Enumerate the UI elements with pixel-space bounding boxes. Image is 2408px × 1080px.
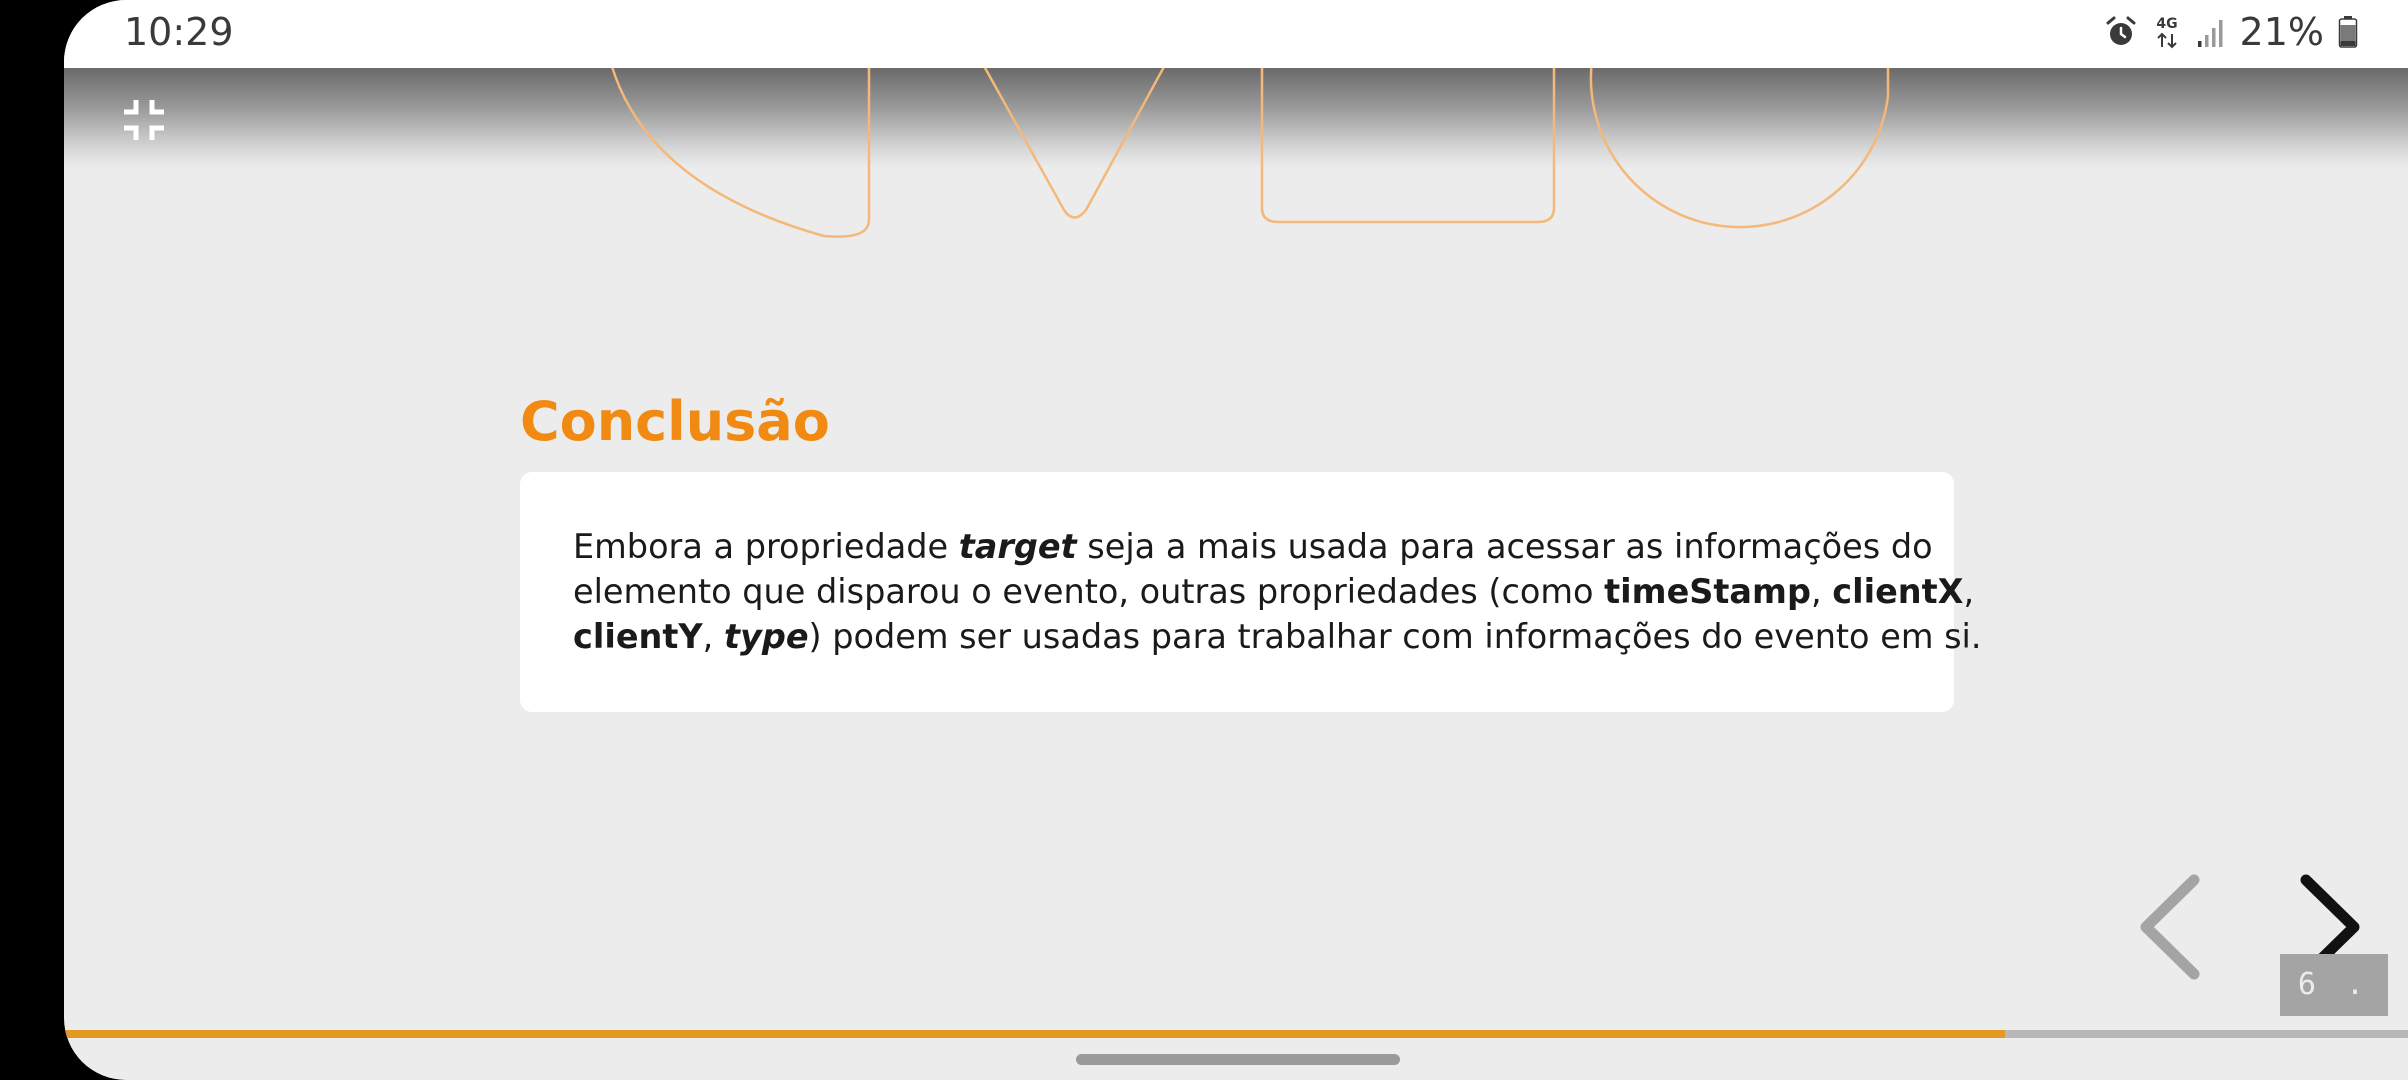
status-time: 10:29 [124, 10, 234, 54]
paragraph-segment: ) podem ser usadas para trabalhar com in… [808, 617, 1982, 656]
paragraph-segment: clientY [573, 617, 703, 656]
battery-icon [2338, 16, 2358, 48]
progress-bar-fill [64, 1030, 2005, 1038]
top-shade [64, 68, 2408, 168]
home-indicator[interactable] [1076, 1054, 1400, 1065]
conclusion-paragraph: Embora a propriedade target seja a mais … [573, 524, 1982, 659]
chevron-left-icon[interactable] [2134, 872, 2214, 982]
svg-text:4G: 4G [2156, 16, 2177, 32]
exit-fullscreen-icon[interactable] [120, 96, 168, 144]
paragraph-segment: type [723, 617, 809, 656]
paragraph-segment: , [702, 617, 724, 656]
app-screen: 10:29 4G 21% Conclusão Embora a propried… [64, 0, 2408, 1080]
paragraph-segment: , [1963, 572, 1975, 611]
paragraph-segment: elemento que disparou o evento, outras p… [573, 572, 1605, 611]
alarm-icon [2106, 16, 2136, 45]
slide-title: Conclusão [520, 390, 830, 453]
paragraph-segment: , [1810, 572, 1833, 611]
battery-percent: 21% [2239, 10, 2324, 54]
paragraph-segment: clientX [1832, 572, 1964, 611]
progress-bar [64, 1030, 2408, 1038]
paragraph-segment: Embora a propriedade [573, 527, 959, 566]
network-4g-icon: 4G [2156, 16, 2177, 49]
slide-number: 6 . 1 [2280, 954, 2388, 1064]
content-card: Embora a propriedade target seja a mais … [520, 472, 1982, 712]
paragraph-segment: seja a mais usada para acessar as inform… [1076, 527, 1933, 566]
status-icons: 4G 21% [2104, 10, 2358, 54]
paragraph-segment: timeStamp [1604, 572, 1811, 611]
paragraph-segment: target [958, 527, 1077, 566]
signal-icon [2197, 20, 2223, 47]
status-bar: 10:29 4G 21% [64, 0, 2408, 68]
